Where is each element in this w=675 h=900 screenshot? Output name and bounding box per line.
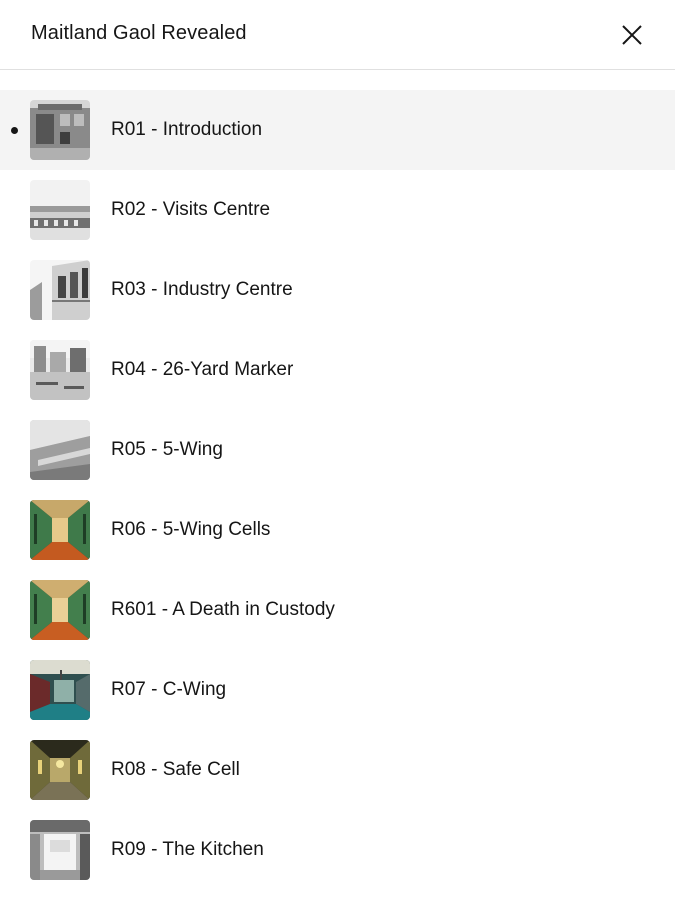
thumbnail-image bbox=[30, 420, 90, 480]
thumbnail-image bbox=[30, 740, 90, 800]
current-indicator bbox=[11, 127, 18, 134]
panel-header: Maitland Gaol Revealed bbox=[0, 0, 675, 70]
list-item-label: R01 - Introduction bbox=[111, 119, 263, 140]
thumbnail-image bbox=[30, 260, 90, 320]
list-item-label: R09 - The Kitchen bbox=[111, 839, 264, 860]
close-icon bbox=[622, 25, 642, 45]
list-item[interactable]: R08 - Safe Cell bbox=[0, 730, 675, 810]
list-item-label: R06 - 5-Wing Cells bbox=[111, 519, 271, 540]
list-item[interactable]: R09 - The Kitchen bbox=[0, 810, 675, 890]
list-item[interactable]: R04 - 26-Yard Marker bbox=[0, 330, 675, 410]
thumbnail-image bbox=[30, 820, 90, 880]
list-item[interactable]: R01 - Introduction bbox=[0, 90, 675, 170]
thumbnail-image bbox=[30, 500, 90, 560]
list-item[interactable]: R05 - 5-Wing bbox=[0, 410, 675, 490]
list-item[interactable]: R07 - C-Wing bbox=[0, 650, 675, 730]
thumbnail-image bbox=[30, 580, 90, 640]
panel-title: Maitland Gaol Revealed bbox=[31, 22, 247, 44]
list-item[interactable]: R02 - Visits Centre bbox=[0, 170, 675, 250]
list-item-label: R04 - 26-Yard Marker bbox=[111, 359, 294, 380]
close-button[interactable] bbox=[612, 15, 652, 55]
thumbnail-image bbox=[30, 660, 90, 720]
list-item-label: R08 - Safe Cell bbox=[111, 759, 240, 780]
list-item-label: R03 - Industry Centre bbox=[111, 279, 293, 300]
chapter-list: R01 - Introduction R02 - Visits Centre R… bbox=[0, 90, 675, 890]
thumbnail-image bbox=[30, 100, 90, 160]
list-item-label: R601 - A Death in Custody bbox=[111, 599, 335, 620]
list-item[interactable]: R06 - 5-Wing Cells bbox=[0, 490, 675, 570]
thumbnail-image bbox=[30, 180, 90, 240]
thumbnail-image bbox=[30, 340, 90, 400]
list-item-label: R07 - C-Wing bbox=[111, 679, 227, 700]
list-item[interactable]: R03 - Industry Centre bbox=[0, 250, 675, 330]
list-item-label: R02 - Visits Centre bbox=[111, 199, 271, 220]
list-item[interactable]: R601 - A Death in Custody bbox=[0, 570, 675, 650]
list-item-label: R05 - 5-Wing bbox=[111, 439, 223, 460]
